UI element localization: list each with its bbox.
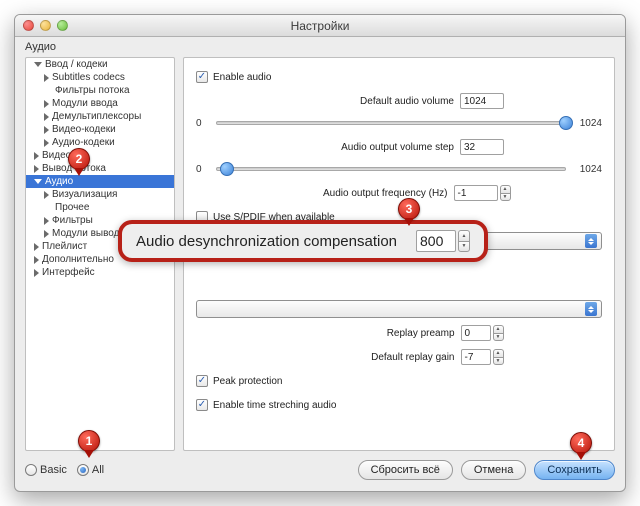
enable-audio-checkbox[interactable]: ✓ xyxy=(196,71,208,83)
output-freq-label: Audio output frequency (Hz) xyxy=(288,188,448,199)
mode-basic-radio[interactable]: Basic xyxy=(25,464,67,476)
step-marker-4: 4 xyxy=(570,432,592,458)
slider-max: 1024 xyxy=(572,118,602,129)
window-title: Настройки xyxy=(15,19,625,33)
output-step-label: Audio output volume step xyxy=(294,142,454,153)
tree-item[interactable]: Subtitles codecs xyxy=(26,71,174,84)
replay-preamp-stepper[interactable]: ▲▼ xyxy=(493,325,504,341)
zoom-icon[interactable] xyxy=(57,20,68,31)
default-replay-gain-input[interactable]: -7 xyxy=(461,349,491,365)
highlight-callout: Audio desynchronization compensation 800… xyxy=(118,220,488,262)
tree-item[interactable]: Вывод потока xyxy=(26,162,174,175)
peak-protection-label: Peak protection xyxy=(213,376,283,387)
tree-item[interactable]: Интерфейс xyxy=(26,266,174,279)
window-controls xyxy=(23,20,68,31)
section-heading: Аудио xyxy=(25,41,56,53)
reset-all-button[interactable]: Сбросить всё xyxy=(358,460,453,480)
tree-item[interactable]: Прочее xyxy=(26,201,174,214)
step-marker-3: 3 xyxy=(398,198,420,224)
tree-item[interactable]: Модули ввода xyxy=(26,97,174,110)
slider-min: 0 xyxy=(196,118,210,129)
output-freq-stepper[interactable]: ▲▼ xyxy=(500,185,511,201)
enable-audio-label: Enable audio xyxy=(213,72,271,83)
output-freq-input[interactable]: -1 xyxy=(454,185,498,201)
time-stretch-label: Enable time streching audio xyxy=(213,400,336,411)
peak-protection-checkbox[interactable]: ✓ xyxy=(196,375,208,387)
step-marker-2: 2 xyxy=(68,148,90,174)
tree-item[interactable]: Видео xyxy=(26,149,174,162)
tree-item[interactable]: Фильтры потока xyxy=(26,84,174,97)
save-button[interactable]: Сохранить xyxy=(534,460,615,480)
replay-preamp-label: Replay preamp xyxy=(295,328,455,339)
mode-all-radio[interactable]: All xyxy=(77,464,104,476)
desync-input[interactable]: 800 xyxy=(416,230,456,252)
default-volume-label: Default audio volume xyxy=(294,96,454,107)
tree-item-audio[interactable]: Аудио xyxy=(26,175,174,188)
close-icon[interactable] xyxy=(23,20,34,31)
titlebar: Настройки xyxy=(15,15,625,37)
tree-item[interactable]: Демультиплексоры xyxy=(26,110,174,123)
default-replay-gain-label: Default replay gain xyxy=(295,352,455,363)
cancel-button[interactable]: Отмена xyxy=(461,460,526,480)
tree-item[interactable]: Визуализация xyxy=(26,188,174,201)
slider-min: 0 xyxy=(196,164,210,175)
default-replay-gain-stepper[interactable]: ▲▼ xyxy=(493,349,504,365)
desync-label: Audio desynchronization compensation xyxy=(136,233,416,250)
minimize-icon[interactable] xyxy=(40,20,51,31)
default-volume-input[interactable]: 1024 xyxy=(460,93,504,109)
tree-item[interactable]: Аудио-кодеки xyxy=(26,136,174,149)
slider-max: 1024 xyxy=(572,164,602,175)
desync-stepper[interactable]: ▲▼ xyxy=(458,230,470,252)
time-stretch-checkbox[interactable]: ✓ xyxy=(196,399,208,411)
volume-slider[interactable] xyxy=(216,116,566,130)
step-slider[interactable] xyxy=(216,162,566,176)
replay-preamp-input[interactable]: 0 xyxy=(461,325,491,341)
tree-item[interactable]: Видео-кодеки xyxy=(26,123,174,136)
step-marker-1: 1 xyxy=(78,430,100,456)
dropdown-2[interactable] xyxy=(196,300,602,318)
tree-item[interactable]: Ввод / кодеки xyxy=(26,58,174,71)
output-step-input[interactable]: 32 xyxy=(460,139,504,155)
footer: Basic All Сбросить всё Отмена Сохранить xyxy=(25,457,615,483)
